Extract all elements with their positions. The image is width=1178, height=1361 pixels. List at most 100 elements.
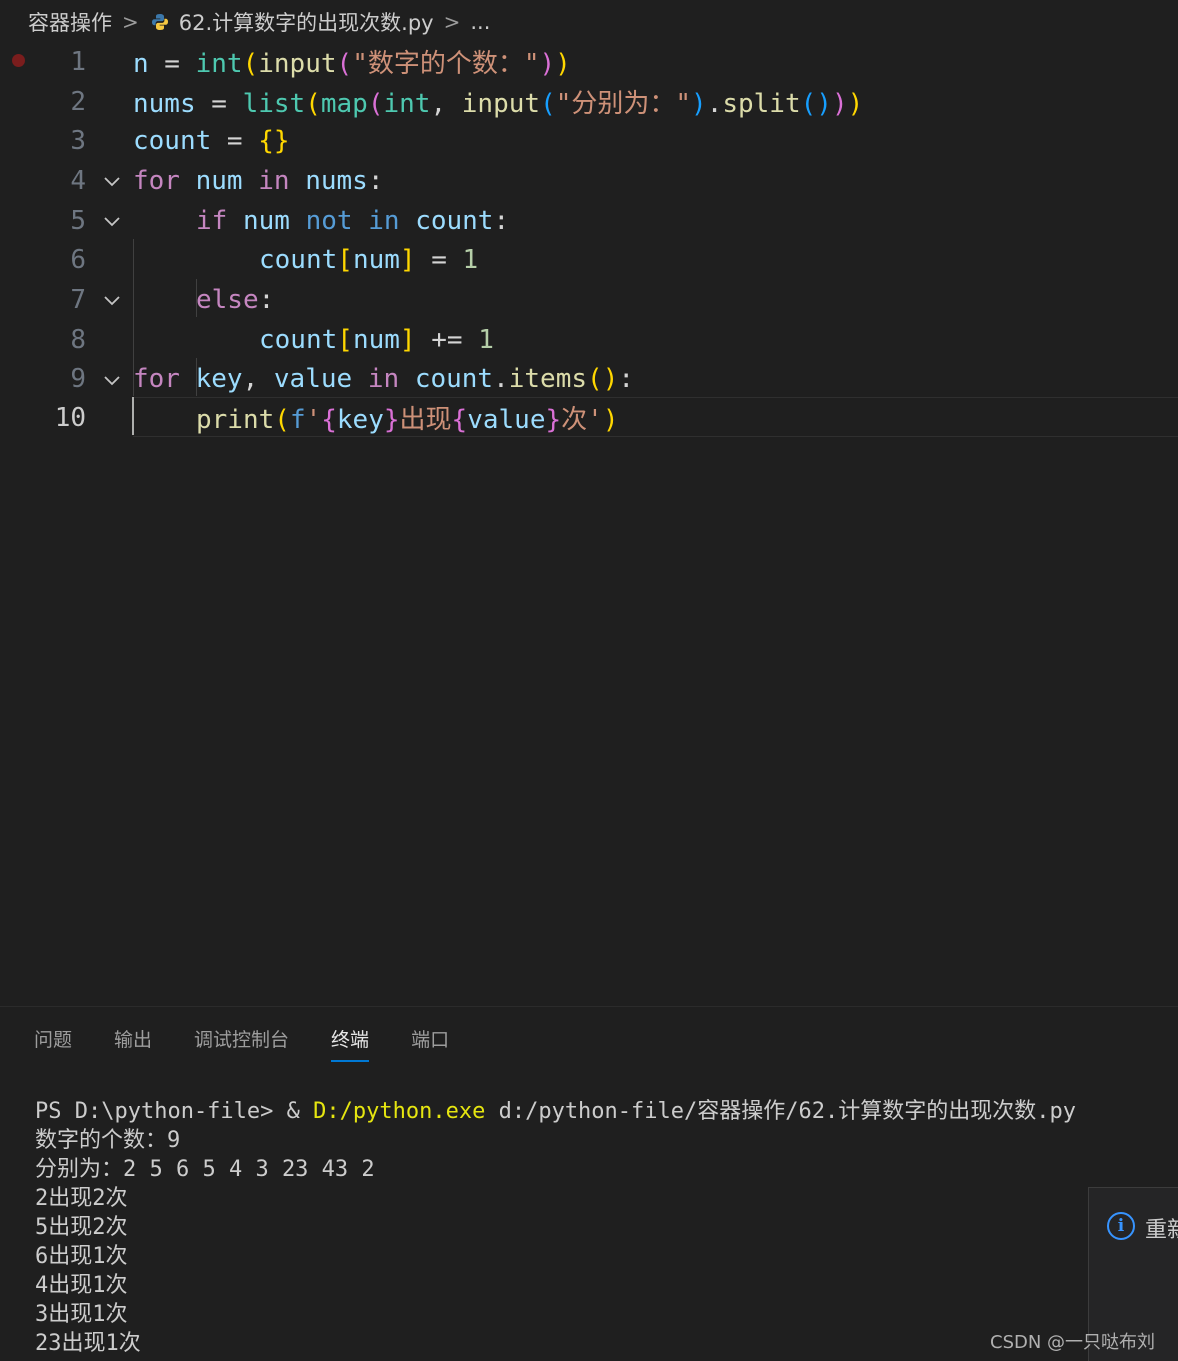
token: num: [352, 245, 400, 276]
code-text: for key, value in count.items():: [133, 364, 634, 394]
token: {: [258, 126, 274, 157]
line-number: 6: [70, 245, 86, 276]
code-line[interactable]: 9 for key, value in count.items():: [0, 360, 1178, 400]
chevron-down-icon[interactable]: [100, 368, 124, 392]
token: {: [451, 405, 468, 436]
tab-ports[interactable]: 端口: [411, 1025, 449, 1062]
watermark: CSDN @一只哒布刘: [990, 1332, 1156, 1353]
token: nums: [133, 89, 196, 120]
token: num: [195, 165, 243, 196]
token: in: [367, 364, 400, 395]
token: int: [383, 89, 431, 120]
token: key: [195, 364, 243, 395]
code-text: count[num] += 1: [259, 325, 494, 355]
tab-problems[interactable]: 问题: [34, 1025, 72, 1062]
code-text: count = {}: [133, 126, 290, 156]
chevron-right-icon: >: [443, 10, 461, 34]
token: :: [367, 165, 384, 196]
code-line[interactable]: 5 if num not in count:: [0, 201, 1178, 241]
token: print: [196, 405, 275, 436]
token: ,: [242, 364, 274, 395]
token: .: [493, 364, 509, 395]
token: .: [706, 89, 723, 120]
line-number: 9: [70, 364, 86, 395]
token: if: [196, 205, 228, 236]
token: count: [133, 126, 212, 157]
line-number: 1: [70, 46, 86, 77]
token: ': [587, 405, 603, 436]
token: ,: [430, 89, 462, 120]
tab-debug-console[interactable]: 调试控制台: [194, 1025, 289, 1062]
code-line[interactable]: 10 print(f'{key}出现{value}次'): [0, 398, 1178, 438]
terminal-output[interactable]: PS D:\python-file> & D:/python.exe d:/py…: [35, 1097, 1175, 1358]
token: ]: [399, 324, 416, 355]
chevron-down-icon[interactable]: [100, 288, 124, 312]
token: (: [242, 49, 259, 80]
token: =: [415, 245, 463, 276]
token: :: [493, 205, 510, 236]
token: ): [831, 89, 848, 120]
terminal-line: 数字的个数：9: [35, 1128, 181, 1153]
token: count: [415, 205, 494, 236]
token: :: [618, 364, 634, 395]
token: (: [305, 89, 321, 120]
code-line[interactable]: 2 nums = list(map(int, input("分别为：").spl…: [0, 82, 1178, 122]
code-editor[interactable]: 1 n = int(input("数字的个数：")) 2 nums = list…: [0, 40, 1178, 1006]
code-line[interactable]: 7 else:: [0, 280, 1178, 320]
token: (: [587, 364, 603, 395]
token: items: [508, 364, 588, 395]
code-line[interactable]: 8 count[num] += 1: [0, 320, 1178, 360]
breadcrumb-file[interactable]: 62.计算数字的出现次数.py: [177, 7, 436, 37]
token: }: [273, 126, 290, 157]
line-number: 3: [70, 126, 86, 157]
token: not: [305, 205, 353, 236]
token: input: [461, 89, 541, 120]
token: value: [273, 364, 353, 395]
tab-terminal[interactable]: 终端: [331, 1025, 370, 1062]
token: in: [258, 165, 290, 196]
bottom-panel: 问题 输出 调试控制台 终端 端口 PS D:\python-file> & D…: [0, 1006, 1178, 1361]
token: count: [259, 245, 338, 276]
token: 1: [462, 245, 479, 276]
token: count: [414, 364, 494, 395]
code-text: count[num] = 1: [259, 245, 478, 275]
line-number: 4: [70, 165, 86, 196]
code-line[interactable]: 1 n = int(input("数字的个数：")): [0, 42, 1178, 82]
chevron-down-icon[interactable]: [100, 209, 124, 233]
tab-output[interactable]: 输出: [114, 1025, 152, 1062]
line-number: 5: [70, 205, 86, 236]
token: ): [602, 405, 619, 436]
code-text: nums = list(map(int, input("分别为：").split…: [133, 83, 863, 120]
code-line[interactable]: 3 count = {}: [0, 121, 1178, 161]
terminal-line: 3出现1次: [35, 1302, 128, 1327]
breadcrumb-folder[interactable]: 容器操作: [0, 7, 114, 37]
token: ): [816, 89, 832, 120]
token: ): [691, 89, 707, 120]
breadcrumb-more[interactable]: ...: [468, 10, 492, 34]
terminal-line: 6出现1次: [35, 1244, 128, 1269]
code-text: print(f'{key}出现{value}次'): [196, 399, 618, 436]
terminal-line: 2出现2次: [35, 1186, 128, 1211]
token: f: [289, 405, 306, 436]
chevron-down-icon[interactable]: [100, 169, 124, 193]
code-line[interactable]: 6 count[num] = 1: [0, 241, 1178, 281]
line-number: 7: [70, 285, 86, 316]
terminal-exe: D:/python.exe: [313, 1099, 486, 1124]
token: key: [336, 405, 384, 436]
token: 次: [561, 405, 588, 436]
token: ): [602, 364, 619, 395]
token: else: [196, 285, 259, 316]
line-number: 10: [54, 402, 86, 433]
token: n: [133, 49, 149, 80]
terminal-prompt: PS D:\python-file> &: [35, 1099, 314, 1124]
terminal-command-line: PS D:\python-file> & D:/python.exe d:/py…: [35, 1097, 1175, 1126]
code-line[interactable]: 4 for num in nums:: [0, 161, 1178, 201]
token: input: [258, 49, 337, 80]
token: =: [148, 49, 196, 80]
